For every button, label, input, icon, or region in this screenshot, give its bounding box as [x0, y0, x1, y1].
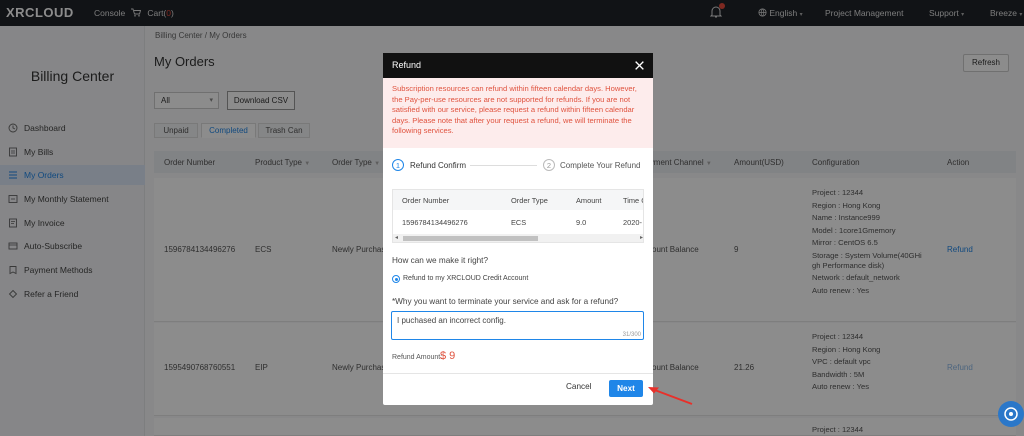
refund-dialog: Refund Subscription resources can refund… [383, 53, 653, 405]
refund-order-number: 1596784134496276 [402, 218, 468, 227]
step-2-label: Complete Your Refund [560, 161, 641, 170]
next-button[interactable]: Next [609, 380, 643, 397]
refund-column-amount: Amount [576, 196, 602, 205]
refund-time-cell: 2020- [623, 218, 642, 227]
step-connector [470, 165, 537, 166]
reason-textarea[interactable]: I puchased an incorrect config. 31/300 [391, 311, 644, 340]
scroll-left-icon[interactable]: ◂ [395, 234, 398, 241]
refund-order-type: ECS [511, 218, 527, 227]
refund-column-time: Time C [623, 196, 643, 205]
cancel-button[interactable]: Cancel [566, 382, 592, 391]
chat-support-button[interactable] [998, 401, 1024, 427]
close-icon[interactable] [634, 60, 645, 71]
dialog-title: Refund [392, 60, 422, 70]
chat-icon [1004, 407, 1018, 421]
step-1-indicator: 1 [392, 159, 404, 171]
scrollbar-thumb[interactable] [403, 236, 538, 241]
step-2-indicator: 2 [543, 159, 555, 171]
step-1-label: Refund Confirm [410, 161, 467, 170]
reason-label: *Why you want to terminate your service … [392, 297, 619, 306]
refund-credit-radio-label[interactable]: Refund to my XRCLOUD Credit Account [403, 275, 528, 282]
refund-amount-label: Refund Amount: [392, 354, 443, 361]
refund-column-order-type: Order Type [511, 196, 548, 205]
refund-credit-radio[interactable] [392, 275, 400, 283]
refund-method-question: How can we make it right? [392, 256, 489, 265]
refund-column-order-number: Order Number [402, 196, 450, 205]
dialog-footer-divider [383, 373, 653, 374]
refund-table-header: Order Number Order Type Amount Time C [393, 190, 643, 210]
refund-notice: Subscription resources can refund within… [383, 78, 653, 148]
scroll-right-icon[interactable]: ▸ [640, 234, 643, 241]
reason-text: I puchased an incorrect config. [397, 316, 506, 325]
refund-amount-cell: 9.0 [576, 218, 587, 227]
reason-char-counter: 31/300 [622, 332, 641, 338]
table-row: 1596784134496276 ECS 9.0 2020- [393, 210, 643, 234]
refund-order-table: Order Number Order Type Amount Time C 15… [392, 189, 644, 243]
dialog-header: Refund [383, 53, 653, 78]
refund-amount-value: $ 9 [440, 350, 456, 362]
annotation-arrow-icon [648, 387, 693, 405]
horizontal-scrollbar[interactable]: ◂ ▸ [393, 234, 643, 242]
